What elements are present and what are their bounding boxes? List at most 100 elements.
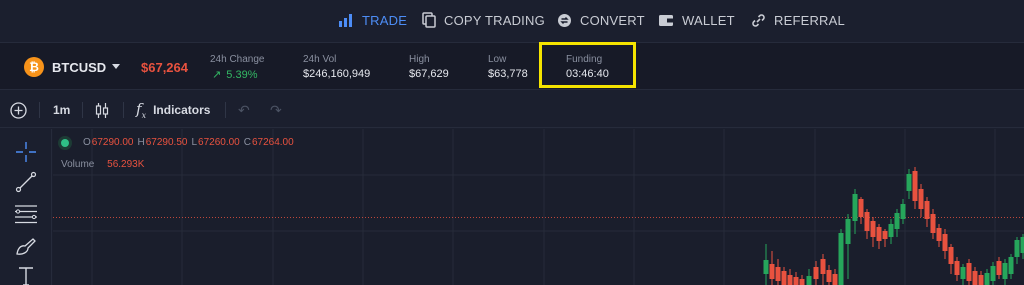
- stat-24h-change-value: ↗ 5.39%: [212, 69, 258, 81]
- ohlc-legend: O 67290.00 H 67290.50 L 67260.00 C 67264…: [61, 137, 298, 148]
- candle-body: [930, 214, 936, 233]
- price-chart[interactable]: O 67290.00 H 67290.50 L 67260.00 C 67264…: [53, 129, 1024, 285]
- candle-body: [775, 267, 781, 281]
- nav-wallet[interactable]: WALLET: [658, 12, 735, 28]
- candle-body: [763, 260, 769, 274]
- candle-body: [888, 224, 894, 237]
- stat-high-label: High: [409, 54, 430, 65]
- volume-value: 56.293K: [107, 159, 145, 170]
- drawing-tools-sidebar: [0, 129, 52, 285]
- candlestick-chart[interactable]: [53, 129, 1024, 285]
- candle-body: [1020, 237, 1024, 253]
- live-status-dot: [61, 138, 69, 147]
- nav-trade[interactable]: TRADE: [338, 12, 407, 28]
- candle-body: [954, 261, 960, 275]
- candle-body: [832, 274, 838, 285]
- stat-24h-vol-value: $246,160,949: [303, 68, 371, 80]
- high-value: 67290.50: [145, 137, 188, 148]
- candlestick-icon: [95, 102, 109, 118]
- trend-line-icon: [15, 171, 37, 193]
- crosshair-icon: [16, 142, 36, 162]
- add-symbol-button[interactable]: [10, 101, 27, 119]
- horizontal-lines-tool[interactable]: [14, 203, 38, 225]
- candle-body: [845, 219, 851, 244]
- candle-body: [924, 201, 930, 219]
- copy-icon: [422, 12, 436, 28]
- candle-body: [978, 275, 984, 285]
- convert-icon: [558, 13, 571, 27]
- close-value: 67264.00: [251, 137, 294, 148]
- nav-referral-label: REFERRAL: [774, 12, 845, 28]
- text-tool[interactable]: [14, 265, 38, 285]
- function-icon: fx: [136, 100, 147, 120]
- low-value: 67260.00: [198, 137, 240, 148]
- candle-body: [799, 279, 805, 285]
- candle-body: [966, 263, 972, 281]
- candle-body: [864, 212, 870, 231]
- brush-tool[interactable]: [14, 235, 38, 257]
- stat-low-label: Low: [488, 54, 507, 65]
- candle-body: [1014, 240, 1020, 257]
- undo-icon: ↶: [238, 101, 250, 118]
- nav-trade-label: TRADE: [362, 12, 408, 28]
- redo-icon: ↷: [270, 101, 282, 118]
- nav-convert[interactable]: CONVERT: [557, 12, 645, 28]
- open-key: O: [83, 137, 91, 148]
- candle-body: [1002, 263, 1008, 279]
- link-icon: [752, 13, 765, 27]
- candle-body: [813, 267, 819, 279]
- nav-copy-trading[interactable]: COPY TRADING: [422, 12, 545, 28]
- plus-circle-icon: [10, 101, 27, 119]
- stat-24h-change: 24h Change ↗ 5.39%: [210, 54, 265, 81]
- candle-body: [826, 270, 832, 282]
- caret-down-icon[interactable]: [112, 64, 120, 69]
- candle-body: [876, 227, 882, 241]
- nav-referral[interactable]: REFERRAL: [751, 12, 845, 28]
- volume-legend: Volume 56.293K: [61, 159, 144, 170]
- undo-button[interactable]: ↶: [238, 101, 250, 119]
- last-price: $67,264: [141, 60, 188, 75]
- candle-body: [793, 277, 799, 285]
- candle-body: [960, 267, 966, 279]
- candle-body: [858, 199, 864, 217]
- bitcoin-icon: ₿: [24, 57, 44, 77]
- candle-body: [900, 204, 906, 219]
- candle-body: [942, 234, 948, 251]
- stat-24h-vol: 24h Vol $246,160,949: [303, 54, 370, 80]
- volume-label: Volume: [61, 159, 95, 170]
- toolbar-divider: [123, 102, 124, 118]
- candle-body: [882, 231, 888, 239]
- nav-wallet-label: WALLET: [682, 12, 735, 28]
- candle-body: [984, 273, 990, 285]
- candle-body: [769, 264, 775, 279]
- candle-body: [996, 261, 1002, 275]
- stat-low-value: $63,778: [488, 68, 528, 80]
- candle-body: [894, 213, 900, 229]
- stat-low: Low $63,778: [488, 54, 528, 80]
- trend-line-tool[interactable]: [14, 171, 38, 193]
- chart-toolbar: 1m fx Indicators ↶ ↷: [0, 92, 1024, 128]
- indicators-button[interactable]: fx Indicators: [136, 100, 211, 120]
- interval-button[interactable]: 1m: [53, 101, 70, 119]
- fib-lines-icon: [15, 205, 37, 224]
- close-key: C: [243, 137, 251, 148]
- candle-body: [852, 194, 858, 221]
- symbol-selector[interactable]: BTCUSD: [52, 60, 106, 75]
- candle-body: [948, 247, 954, 264]
- redo-button[interactable]: ↷: [270, 101, 282, 119]
- top-navigation: TRADE COPY TRADING CONVERT WALLET REFERR…: [0, 0, 1024, 40]
- chart-type-button[interactable]: [95, 101, 109, 119]
- nav-copy-trading-label: COPY TRADING: [444, 12, 545, 28]
- brush-icon: [16, 238, 36, 255]
- wallet-icon: [659, 14, 673, 26]
- indicators-label: Indicators: [153, 103, 211, 117]
- candle-body: [912, 171, 918, 201]
- candle-body: [918, 189, 924, 209]
- candle-body: [806, 276, 812, 285]
- crosshair-tool[interactable]: [14, 141, 38, 163]
- low-key: L: [191, 137, 198, 148]
- nav-convert-label: CONVERT: [580, 12, 645, 28]
- bar-chart-icon: [339, 14, 352, 27]
- candle-body: [906, 174, 912, 191]
- candle-body: [781, 271, 787, 285]
